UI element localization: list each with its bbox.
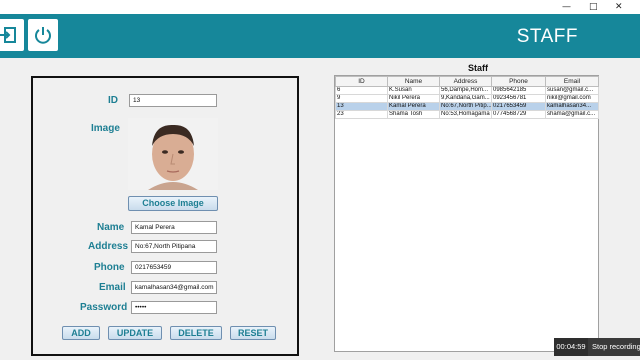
table-row[interactable]: 23 Shama Tosh No:53,Homagama 0774568729 … xyxy=(335,110,599,119)
face-image xyxy=(128,118,218,190)
column-header-name[interactable]: Name xyxy=(387,76,440,87)
table-cell: susan@gmail.c... xyxy=(545,86,599,95)
address-field[interactable]: No:67,North Pitipana xyxy=(131,240,217,253)
table-row[interactable]: 9 Nikil Perera 9,Kandana,Gam... 09234567… xyxy=(335,94,599,103)
table-cell: 0985642185 xyxy=(491,86,546,95)
add-button[interactable]: ADD xyxy=(62,326,100,340)
table-cell: 9 xyxy=(335,94,388,103)
minimize-icon[interactable]: — xyxy=(562,1,571,13)
table-header-row: ID Name Address Phone Email xyxy=(335,76,599,87)
window-title-bar: — □ ✕ xyxy=(0,0,640,14)
staff-table-title: Staff xyxy=(468,63,488,73)
column-header-address[interactable]: Address xyxy=(439,76,492,87)
app-header: STAFF xyxy=(0,14,640,58)
table-cell: 0774568729 xyxy=(491,110,546,119)
image-label: Image xyxy=(91,123,120,134)
id-field[interactable]: 13 xyxy=(129,94,217,107)
name-label: Name xyxy=(97,222,125,233)
phone-field[interactable]: 0217653459 xyxy=(131,261,217,274)
table-cell: nikil@gmail.com xyxy=(545,94,599,103)
staff-table: ID Name Address Phone Email 6 K.Susan 56… xyxy=(334,75,599,352)
name-field[interactable]: Kamal Perera xyxy=(131,221,217,234)
page-title: STAFF xyxy=(516,26,578,47)
table-cell: 6 xyxy=(335,86,388,95)
table-cell: 56,Dampe,Hom... xyxy=(439,86,492,95)
table-cell: shama@gmail.c... xyxy=(545,110,599,119)
table-row-selected[interactable]: 13 Kamal Perera No:67,North Pitip... 021… xyxy=(335,102,599,111)
table-cell: 0217653459 xyxy=(491,102,546,111)
column-header-id[interactable]: ID xyxy=(335,76,388,87)
table-cell: 13 xyxy=(335,102,388,111)
recording-timer: 00:04:59 xyxy=(554,338,588,356)
table-cell: Shama Tosh xyxy=(387,110,440,119)
power-button[interactable] xyxy=(28,19,58,51)
table-cell: No:53,Homagama xyxy=(439,110,492,119)
delete-button[interactable]: DELETE xyxy=(170,326,222,340)
table-row[interactable]: 6 K.Susan 56,Dampe,Hom... 0985642185 sus… xyxy=(335,86,599,95)
close-icon[interactable]: ✕ xyxy=(615,1,623,13)
phone-label: Phone xyxy=(94,262,125,273)
email-label: Email xyxy=(99,282,126,293)
logout-button[interactable] xyxy=(0,19,24,51)
maximize-icon[interactable]: □ xyxy=(589,1,598,13)
table-cell: Kamal Perera xyxy=(387,102,440,111)
logout-icon xyxy=(0,27,16,43)
password-field[interactable]: ••••• xyxy=(131,301,217,314)
reset-button[interactable]: RESET xyxy=(230,326,276,340)
id-label: ID xyxy=(108,95,118,106)
column-header-email[interactable]: Email xyxy=(545,76,599,87)
table-cell: No:67,North Pitip... xyxy=(439,102,492,111)
column-header-phone[interactable]: Phone xyxy=(491,76,546,87)
password-label: Password xyxy=(80,302,128,313)
address-label: Address xyxy=(88,241,129,252)
email-field[interactable]: kamalhasan34@gmail.com xyxy=(131,281,217,294)
table-cell: kamalhasan34... xyxy=(545,102,599,111)
stop-recording-button[interactable]: Stop recording xyxy=(588,338,640,356)
table-cell: K.Susan xyxy=(387,86,440,95)
table-cell: 23 xyxy=(335,110,388,119)
power-icon xyxy=(35,27,51,44)
update-button[interactable]: UPDATE xyxy=(108,326,162,340)
table-cell: Nikil Perera xyxy=(387,94,440,103)
staff-photo xyxy=(128,118,218,190)
choose-image-button[interactable]: Choose Image xyxy=(128,196,218,211)
table-cell: 0923456781 xyxy=(491,94,546,103)
table-cell: 9,Kandana,Gam... xyxy=(439,94,492,103)
recording-bar: 00:04:59 Stop recording xyxy=(554,338,640,356)
